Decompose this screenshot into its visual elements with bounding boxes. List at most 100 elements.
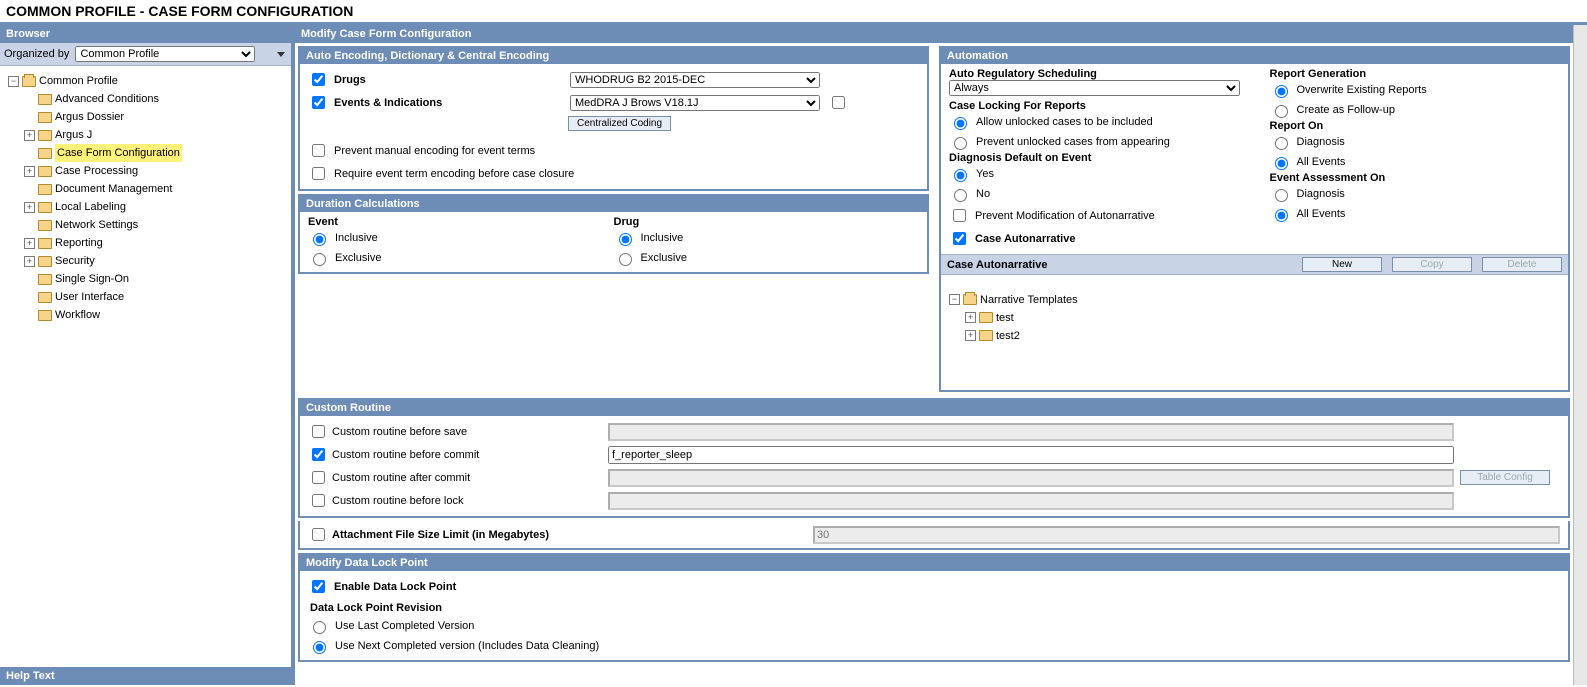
narr-item[interactable]: test — [996, 309, 1014, 327]
tree-item-label[interactable]: Argus Dossier — [55, 108, 124, 126]
drugs-label: Drugs — [334, 74, 564, 86]
enable-dlp-checkbox[interactable] — [312, 580, 325, 593]
event-assess-label: Event Assessment On — [1270, 172, 1561, 184]
tree-expand-icon[interactable]: + — [24, 130, 35, 141]
folder-icon — [38, 94, 52, 105]
table-config-button[interactable]: Table Config — [1460, 470, 1550, 485]
use-next-radio[interactable] — [313, 641, 326, 654]
reporton-diag-radio[interactable] — [1275, 137, 1288, 150]
tree-item-label[interactable]: Security — [55, 252, 95, 270]
tree-item-label[interactable]: Reporting — [55, 234, 103, 252]
organized-by-label: Organized by — [4, 48, 69, 60]
auto-reg-select[interactable]: Always — [949, 80, 1240, 96]
attach-limit-checkbox[interactable] — [312, 528, 325, 541]
autonarrative-tree[interactable]: − Narrative Templates + test + test2 — [941, 275, 1568, 390]
tree-item-label[interactable]: Document Management — [55, 180, 172, 198]
before-save-checkbox[interactable] — [312, 425, 325, 438]
tree-item-label[interactable]: Advanced Conditions — [55, 90, 159, 108]
assess-diag-radio[interactable] — [1275, 189, 1288, 202]
tree-collapse-icon[interactable]: − — [8, 76, 19, 87]
narr-new-button[interactable]: New — [1302, 257, 1382, 272]
tree-item-label[interactable]: Case Processing — [55, 162, 138, 180]
narr-copy-button[interactable]: Copy — [1392, 257, 1472, 272]
reporton-diag-label: Diagnosis — [1297, 136, 1345, 148]
tree-item[interactable]: Case Form Configuration — [24, 144, 287, 162]
allow-unlocked-radio[interactable] — [954, 117, 967, 130]
tree-item[interactable]: Single Sign-On — [24, 270, 287, 288]
tree-collapse-icon[interactable]: − — [949, 294, 960, 305]
tree-item-label[interactable]: Local Labeling — [55, 198, 126, 216]
tree-item[interactable]: User Interface — [24, 288, 287, 306]
drug-exclusive-label: Exclusive — [641, 252, 687, 264]
tree-item[interactable]: Network Settings — [24, 216, 287, 234]
tree-spacer — [24, 148, 35, 159]
events-extra-checkbox[interactable] — [832, 96, 845, 109]
tree-item[interactable]: Argus Dossier — [24, 108, 287, 126]
tree-root-label[interactable]: Common Profile — [39, 72, 118, 90]
duration-section: Duration Calculations Event Inclusive Ex… — [298, 194, 929, 274]
tree-item-label[interactable]: User Interface — [55, 288, 124, 306]
browser-tree[interactable]: − Common Profile Advanced ConditionsArgu… — [0, 66, 291, 667]
drugs-select[interactable]: WHODRUG B2 2015-DEC — [570, 72, 820, 88]
narr-delete-button[interactable]: Delete — [1482, 257, 1562, 272]
events-select[interactable]: MedDRA J Brows V18.1J — [570, 95, 820, 111]
case-autonarr-checkbox[interactable] — [953, 232, 966, 245]
prevent-manual-checkbox[interactable] — [312, 144, 325, 157]
narr-item[interactable]: test2 — [996, 327, 1020, 345]
prevent-unlocked-label: Prevent unlocked cases from appearing — [976, 136, 1170, 148]
drug-exclusive-radio[interactable] — [619, 253, 632, 266]
tree-item[interactable]: + Argus J — [24, 126, 287, 144]
tree-item-label[interactable]: Workflow — [55, 306, 100, 324]
dropdown-indicator-icon[interactable] — [277, 52, 285, 57]
tree-item-label[interactable]: Network Settings — [55, 216, 138, 234]
tree-expand-icon[interactable]: + — [24, 166, 35, 177]
centralized-coding-button[interactable]: Centralized Coding — [568, 116, 671, 131]
event-exclusive-radio[interactable] — [313, 253, 326, 266]
overwrite-radio[interactable] — [1275, 85, 1288, 98]
tree-spacer — [24, 292, 35, 303]
use-last-radio[interactable] — [313, 621, 326, 634]
prevent-unlocked-radio[interactable] — [954, 137, 967, 150]
tree-item[interactable]: Workflow — [24, 306, 287, 324]
after-commit-label: Custom routine after commit — [332, 472, 470, 484]
tree-spacer — [24, 220, 35, 231]
tree-item[interactable]: + Case Processing — [24, 162, 287, 180]
attach-limit-input — [813, 526, 1560, 544]
after-commit-input — [608, 469, 1454, 487]
drugs-checkbox[interactable] — [312, 73, 325, 86]
tree-item[interactable]: Document Management — [24, 180, 287, 198]
prevent-mod-checkbox[interactable] — [953, 209, 966, 222]
diag-no-radio[interactable] — [954, 189, 967, 202]
tree-spacer — [24, 184, 35, 195]
tree-item[interactable]: + Security — [24, 252, 287, 270]
tree-expand-icon[interactable]: + — [965, 312, 976, 323]
tree-expand-icon[interactable]: + — [24, 238, 35, 249]
tree-item-label[interactable]: Case Form Configuration — [55, 144, 182, 162]
tree-expand-icon[interactable]: + — [965, 330, 976, 341]
tree-expand-icon[interactable]: + — [24, 256, 35, 267]
before-commit-input[interactable] — [608, 446, 1454, 464]
tree-item[interactable]: Advanced Conditions — [24, 90, 287, 108]
tree-item[interactable]: + Local Labeling — [24, 198, 287, 216]
tree-item-label[interactable]: Single Sign-On — [55, 270, 129, 288]
require-encoding-checkbox[interactable] — [312, 167, 325, 180]
reporton-all-radio[interactable] — [1275, 157, 1288, 170]
tree-item-label[interactable]: Argus J — [55, 126, 92, 144]
after-commit-checkbox[interactable] — [312, 471, 325, 484]
tree-item[interactable]: + Reporting — [24, 234, 287, 252]
drug-inclusive-radio[interactable] — [619, 233, 632, 246]
events-checkbox[interactable] — [312, 96, 325, 109]
event-inclusive-radio[interactable] — [313, 233, 326, 246]
tree-expand-icon[interactable]: + — [24, 202, 35, 213]
vertical-scrollbar[interactable] — [1573, 25, 1587, 685]
before-lock-checkbox[interactable] — [312, 494, 325, 507]
narr-root-label[interactable]: Narrative Templates — [980, 291, 1078, 309]
diag-yes-radio[interactable] — [954, 169, 967, 182]
assess-all-radio[interactable] — [1275, 209, 1288, 222]
diag-no-label: No — [976, 188, 990, 200]
before-commit-checkbox[interactable] — [312, 448, 325, 461]
drug-inclusive-label: Inclusive — [641, 232, 684, 244]
organized-by-select[interactable]: Common Profile — [75, 46, 255, 62]
automation-header: Automation — [941, 48, 1568, 64]
followup-radio[interactable] — [1275, 105, 1288, 118]
